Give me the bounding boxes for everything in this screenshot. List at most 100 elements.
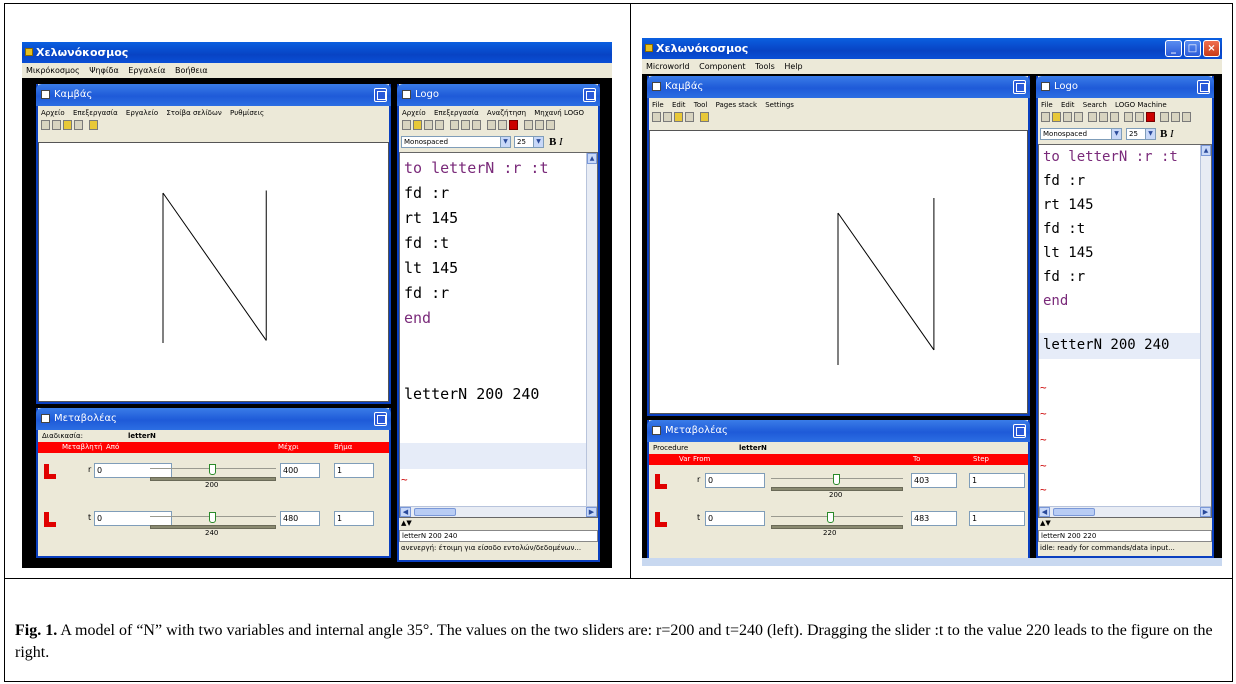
scroll-left-icon[interactable]: ◀	[400, 507, 411, 517]
to-field[interactable]: 403	[911, 473, 957, 488]
font-select[interactable]: Monospaced ▼	[1040, 128, 1122, 140]
menu-item[interactable]: Αρχείο	[41, 109, 65, 117]
run-icon[interactable]	[487, 120, 496, 130]
replace-icon[interactable]	[535, 120, 544, 130]
pause-icon[interactable]	[1135, 112, 1144, 122]
menu-item[interactable]: Βοήθεια	[175, 66, 208, 75]
save-icon[interactable]	[1063, 112, 1072, 122]
slider-track[interactable]	[771, 525, 903, 529]
open-icon[interactable]	[63, 120, 72, 130]
maximize-button[interactable]	[374, 88, 387, 102]
open-icon[interactable]	[413, 120, 422, 130]
stop-icon[interactable]	[1146, 112, 1155, 122]
font-size-select[interactable]: 25 ▼	[514, 136, 544, 148]
drawing-canvas[interactable]	[38, 142, 389, 402]
italic-button[interactable]: I	[559, 136, 563, 148]
horizontal-scrollbar[interactable]: ◀ ▶	[1039, 506, 1211, 517]
from-field[interactable]: 0	[94, 511, 172, 526]
splitter-arrows-icon[interactable]: ▲▼	[1040, 520, 1051, 527]
step-field[interactable]: 1	[334, 463, 374, 478]
logo-window-titlebar[interactable]: Logo	[397, 84, 600, 106]
command-input[interactable]: letterN 200 220	[1038, 530, 1212, 542]
menu-item[interactable]: Μηχανή LOGO	[534, 109, 584, 117]
step-field[interactable]: 1	[969, 473, 1025, 488]
to-field[interactable]: 400	[280, 463, 320, 478]
slider-thumb[interactable]	[833, 474, 840, 485]
copy-icon[interactable]	[52, 120, 61, 130]
menu-item[interactable]: Στοίβα σελίδων	[166, 109, 221, 117]
menu-item[interactable]: File	[1041, 101, 1053, 109]
drawing-canvas[interactable]	[649, 130, 1028, 414]
replace-icon[interactable]	[1171, 112, 1180, 122]
new-icon[interactable]	[41, 120, 50, 130]
bold-button[interactable]: B	[549, 136, 556, 148]
menu-item[interactable]: Εργαλείο	[126, 109, 158, 117]
print-icon[interactable]	[1074, 112, 1083, 122]
menu-item[interactable]: Εργαλεία	[128, 66, 165, 75]
menu-item[interactable]: Pages stack	[716, 101, 757, 109]
copy-icon[interactable]	[461, 120, 470, 130]
find-icon[interactable]	[1160, 112, 1169, 122]
stop-icon[interactable]	[509, 120, 518, 130]
find-icon[interactable]	[524, 120, 533, 130]
canvas-window-titlebar[interactable]: Καμβάς	[36, 84, 391, 106]
turtle-icon[interactable]	[700, 112, 709, 122]
scroll-right-icon[interactable]: ▶	[586, 507, 597, 517]
scroll-thumb[interactable]	[1053, 508, 1095, 516]
replace-all-icon[interactable]	[546, 120, 555, 130]
font-size-select[interactable]: 25 ▼	[1126, 128, 1156, 140]
close-button[interactable]: ×	[1203, 40, 1220, 57]
turtle-icon[interactable]	[89, 120, 98, 130]
menu-item[interactable]: Επεξεργασία	[434, 109, 479, 117]
from-field[interactable]: 0	[705, 511, 765, 526]
from-field[interactable]: 0	[94, 463, 172, 478]
menu-item[interactable]: Settings	[765, 101, 794, 109]
print-icon[interactable]	[435, 120, 444, 130]
slider-thumb[interactable]	[209, 464, 216, 475]
cut-icon[interactable]	[450, 120, 459, 130]
menu-item[interactable]: Ψηφίδα	[89, 66, 119, 75]
menu-item[interactable]: Αναζήτηση	[487, 109, 526, 117]
replace-all-icon[interactable]	[1182, 112, 1191, 122]
menu-item[interactable]: Component	[699, 62, 745, 71]
maximize-button[interactable]	[374, 412, 387, 426]
scroll-left-icon[interactable]: ◀	[1039, 507, 1050, 517]
maximize-button[interactable]: □	[1184, 40, 1201, 57]
menu-item[interactable]: Επεξεργασία	[73, 109, 118, 117]
scroll-right-icon[interactable]: ▶	[1200, 507, 1211, 517]
open-icon[interactable]	[674, 112, 683, 122]
maximize-button[interactable]	[583, 88, 596, 102]
variables-window-titlebar[interactable]: Μεταβολέας	[36, 408, 391, 430]
menu-item[interactable]: Αρχείο	[402, 109, 426, 117]
maximize-button[interactable]	[1197, 80, 1210, 94]
menu-item[interactable]: Edit	[672, 101, 686, 109]
canvas-window-titlebar[interactable]: Καμβάς	[647, 76, 1030, 98]
open-icon[interactable]	[1052, 112, 1061, 122]
horizontal-scrollbar[interactable]: ◀ ▶	[400, 506, 597, 517]
maximize-button[interactable]	[1013, 424, 1026, 438]
copy-icon[interactable]	[1099, 112, 1108, 122]
menu-item[interactable]: Search	[1083, 101, 1107, 109]
slider-thumb[interactable]	[209, 512, 216, 523]
code-editor[interactable]: to letterN :r :t fd :r rt 145 fd :t lt 1…	[399, 152, 598, 518]
vertical-scrollbar[interactable]: ▲ ▼	[1200, 145, 1211, 517]
menu-item[interactable]: Help	[784, 62, 802, 71]
print-icon[interactable]	[685, 112, 694, 122]
vertical-scrollbar[interactable]: ▲ ▼	[586, 153, 597, 517]
font-select[interactable]: Monospaced ▼	[401, 136, 511, 148]
paste-icon[interactable]	[472, 120, 481, 130]
run-icon[interactable]	[1124, 112, 1133, 122]
bottom-scrollbar[interactable]	[642, 558, 1222, 566]
to-field[interactable]: 480	[280, 511, 320, 526]
scroll-thumb[interactable]	[414, 508, 456, 516]
menu-item[interactable]: Microworld	[646, 62, 690, 71]
paste-icon[interactable]	[1110, 112, 1119, 122]
menu-item[interactable]: File	[652, 101, 664, 109]
code-editor[interactable]: to letterN :r :t fd :r rt 145 fd :t lt 1…	[1038, 144, 1212, 518]
scroll-up-icon[interactable]: ▲	[587, 153, 597, 164]
to-field[interactable]: 483	[911, 511, 957, 526]
minimize-button[interactable]: _	[1165, 40, 1182, 57]
command-input[interactable]: letterN 200 240	[399, 530, 598, 542]
italic-button[interactable]: I	[1170, 128, 1174, 140]
new-icon[interactable]	[402, 120, 411, 130]
